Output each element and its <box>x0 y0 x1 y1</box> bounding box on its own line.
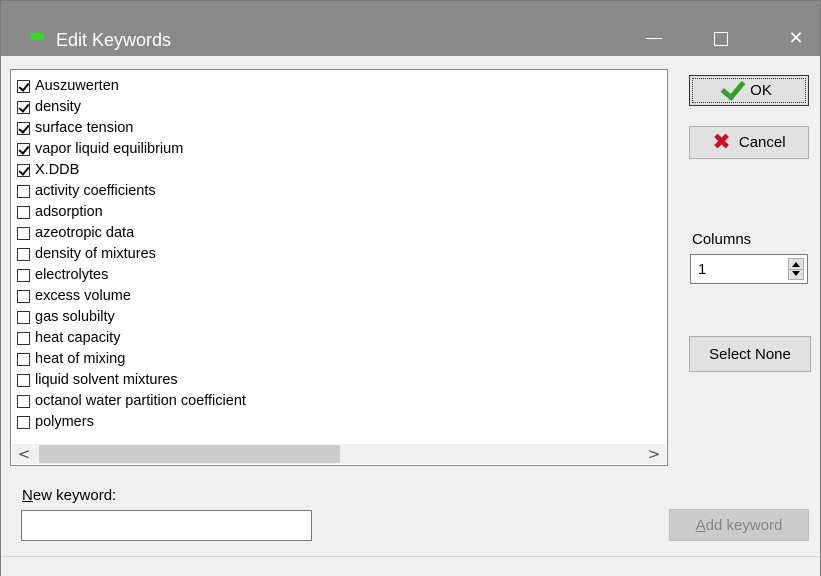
keyword-item[interactable]: density of mixtures <box>17 244 156 264</box>
add-keyword-label-accel: A <box>695 516 706 534</box>
select-none-button[interactable]: Select None <box>689 336 811 372</box>
checkbox-unchecked[interactable] <box>17 184 30 198</box>
keyword-item[interactable]: gas solubilty <box>17 307 115 327</box>
checkbox-checked[interactable] <box>17 163 30 177</box>
keyword-item[interactable]: activity coefficients <box>17 181 156 201</box>
title-bar[interactable]: Edit Keywords ✕ <box>1 1 820 56</box>
maximize-button[interactable] <box>696 21 746 56</box>
add-keyword-button[interactable]: Add keyword <box>669 509 809 541</box>
keyword-label: vapor liquid equilibrium <box>35 141 184 157</box>
keyword-label: surface tension <box>35 120 134 136</box>
keyword-label: octanol water partition coefficient <box>35 393 246 409</box>
checkbox-unchecked[interactable] <box>17 373 30 387</box>
keyword-item[interactable]: azeotropic data <box>17 223 134 243</box>
edit-keywords-dialog: Edit Keywords ✕ Auszuwerten density surfac… <box>0 0 821 576</box>
keyword-item[interactable]: heat of mixing <box>17 349 125 369</box>
checkbox-unchecked[interactable] <box>17 331 30 345</box>
checkbox-unchecked[interactable] <box>17 268 30 282</box>
keyword-label: electrolytes <box>35 267 109 283</box>
keyword-label: excess volume <box>35 288 131 304</box>
checkbox-unchecked[interactable] <box>17 247 30 261</box>
keyword-label: density <box>35 99 81 115</box>
maximize-icon <box>714 31 728 46</box>
close-icon: ✕ <box>788 28 804 49</box>
checkbox-unchecked[interactable] <box>17 394 30 408</box>
ok-button[interactable]: OK <box>689 74 809 106</box>
keyword-item[interactable]: adsorption <box>17 202 103 222</box>
ok-label: OK <box>750 82 772 99</box>
new-keyword-label: New keyword: <box>22 487 116 504</box>
select-none-label: Select None <box>709 345 791 363</box>
keyword-item[interactable]: heat capacity <box>17 328 120 348</box>
keyword-label: density of mixtures <box>35 246 156 262</box>
scroll-left-icon[interactable]: < <box>12 444 36 464</box>
keyword-label: heat capacity <box>35 330 121 346</box>
keyword-item[interactable]: excess volume <box>17 286 131 306</box>
add-keyword-label: Add keyword <box>696 517 783 534</box>
keyword-label: gas solubilty <box>35 309 115 325</box>
keyword-item[interactable]: octanol water partition coefficient <box>17 391 246 411</box>
checkbox-checked[interactable] <box>17 79 30 93</box>
close-button[interactable]: ✕ <box>771 21 821 56</box>
checkbox-unchecked[interactable] <box>17 310 30 324</box>
new-keyword-label-text: ew keyword: <box>32 487 117 504</box>
keyword-label: Auszuwerten <box>35 78 119 94</box>
keyword-label: polymers <box>35 414 94 430</box>
checkmark-icon <box>720 74 746 101</box>
scroll-thumb[interactable] <box>39 445 340 463</box>
window-title: Edit Keywords <box>56 30 172 50</box>
keyword-label: X.DDB <box>35 162 80 178</box>
keyword-label: activity coefficients <box>35 183 156 199</box>
horizontal-scrollbar[interactable]: < > <box>12 444 666 464</box>
keyword-checklist[interactable]: Auszuwerten density surface tension vapor l… <box>10 69 668 466</box>
checkbox-checked[interactable] <box>17 142 30 156</box>
add-keyword-label-text: dd keyword <box>705 516 783 534</box>
cancel-label: Cancel <box>738 134 786 151</box>
minimize-icon <box>646 38 662 39</box>
scroll-right-icon[interactable]: > <box>642 444 666 464</box>
cancel-button[interactable]: ✖ Cancel <box>689 126 809 159</box>
spinner-buttons[interactable] <box>788 258 804 280</box>
app-icon <box>31 33 44 40</box>
keyword-item[interactable]: density <box>17 97 81 117</box>
keyword-item[interactable]: X.DDB <box>17 160 79 180</box>
checkbox-unchecked[interactable] <box>17 205 30 219</box>
status-bar <box>1 556 820 576</box>
checkbox-unchecked[interactable] <box>17 226 30 240</box>
keyword-item[interactable]: liquid solvent mixtures <box>17 370 178 390</box>
columns-spinner[interactable]: 1 <box>690 254 808 284</box>
keyword-label: azeotropic data <box>35 225 135 241</box>
keyword-item[interactable]: electrolytes <box>17 265 108 285</box>
checkbox-unchecked[interactable] <box>17 415 30 429</box>
keyword-item[interactable]: polymers <box>17 412 94 432</box>
keyword-item[interactable]: vapor liquid equilibrium <box>17 139 183 159</box>
new-keyword-label-accel: N <box>22 487 33 504</box>
spin-up-icon[interactable] <box>792 262 800 267</box>
columns-label: Columns <box>692 231 752 248</box>
keyword-item[interactable]: surface tension <box>17 118 133 138</box>
spin-down-icon[interactable] <box>792 271 800 276</box>
checkbox-unchecked[interactable] <box>17 352 30 366</box>
checkbox-checked[interactable] <box>17 121 30 135</box>
keyword-label: liquid solvent mixtures <box>35 372 178 388</box>
checkbox-checked[interactable] <box>17 100 30 114</box>
spinner-divider <box>789 269 803 270</box>
keyword-label: heat of mixing <box>35 351 126 367</box>
keyword-item[interactable]: Auszuwerten <box>17 76 119 96</box>
x-icon: ✖ <box>712 130 731 155</box>
keyword-label: adsorption <box>35 204 103 220</box>
columns-value[interactable]: 1 <box>698 261 706 278</box>
new-keyword-input[interactable] <box>21 510 312 541</box>
minimize-button[interactable] <box>629 21 679 56</box>
checkbox-unchecked[interactable] <box>17 289 30 303</box>
